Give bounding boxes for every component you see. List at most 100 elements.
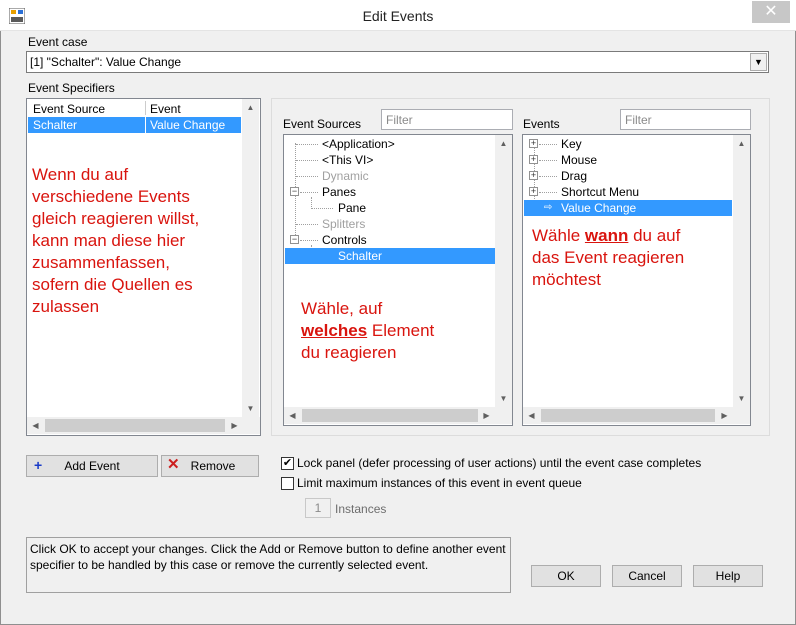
- scroll-thumb[interactable]: [45, 419, 225, 432]
- scroll-left-icon[interactable]: ◀: [523, 407, 540, 424]
- scroll-down-icon[interactable]: ▼: [495, 390, 512, 407]
- dropdown-arrow-icon[interactable]: ▼: [750, 53, 767, 71]
- annotation-line: gleich reagieren willst,: [32, 209, 200, 228]
- close-icon[interactable]: ✕: [752, 1, 790, 23]
- tree-item-value-change[interactable]: ⇨ Value Change: [524, 200, 732, 216]
- event-case-label: Event case: [28, 35, 88, 49]
- scroll-left-icon[interactable]: ◀: [284, 407, 301, 424]
- x-icon: ✕: [167, 456, 180, 473]
- event-sources-filter-input[interactable]: Filter: [381, 109, 513, 130]
- cancel-button[interactable]: Cancel: [612, 565, 682, 587]
- scroll-right-icon[interactable]: ▶: [226, 417, 243, 434]
- expand-icon[interactable]: +: [529, 139, 538, 148]
- tree-item-drag[interactable]: Drag: [561, 168, 587, 184]
- scroll-down-icon[interactable]: ▼: [733, 390, 750, 407]
- lock-panel-checkbox[interactable]: ✔: [281, 457, 294, 470]
- tree-item-schalter[interactable]: Schalter: [285, 248, 495, 264]
- tree-line: [539, 192, 557, 193]
- column-header-event[interactable]: Event: [150, 102, 181, 116]
- tree-line: [296, 144, 318, 145]
- event-case-dropdown[interactable]: [1] "Schalter": Value Change ▼: [26, 51, 769, 73]
- event-specifiers-label: Event Specifiers: [28, 81, 115, 95]
- vertical-scrollbar[interactable]: ▲ ▼: [242, 99, 259, 417]
- tree-item-shortcut-menu[interactable]: Shortcut Menu: [561, 184, 639, 200]
- limit-instances-checkbox[interactable]: [281, 477, 294, 490]
- tree-line: [296, 160, 318, 161]
- event-sources-label: Event Sources: [283, 117, 362, 131]
- tree-item-application[interactable]: <Application>: [322, 136, 395, 152]
- lock-panel-label[interactable]: Lock panel (defer processing of user act…: [297, 456, 701, 470]
- tree-line: [539, 176, 557, 177]
- tree-item-mouse[interactable]: Mouse: [561, 152, 597, 168]
- vertical-scrollbar[interactable]: ▲ ▼: [733, 135, 750, 407]
- tree-item-panes[interactable]: Panes: [322, 184, 356, 200]
- horizontal-scrollbar[interactable]: ◀ ▶: [27, 417, 260, 434]
- tree-line: [539, 144, 557, 145]
- row-source: Schalter: [33, 118, 78, 132]
- add-event-label: Add Event: [64, 459, 120, 473]
- annotation-line: welches Element: [301, 320, 434, 342]
- tree-item-pane[interactable]: Pane: [338, 200, 366, 216]
- limit-instances-label[interactable]: Limit maximum instances of this event in…: [297, 476, 582, 490]
- collapse-icon[interactable]: −: [290, 235, 299, 244]
- table-row[interactable]: Schalter Value Change: [28, 117, 241, 133]
- annotation-events: Wähle wann du auf das Event reagieren mö…: [532, 225, 684, 291]
- annotation-text: du auf: [628, 226, 681, 245]
- annotation-line: sofern die Quellen es: [32, 275, 193, 294]
- scroll-up-icon[interactable]: ▲: [495, 135, 512, 152]
- horizontal-scrollbar[interactable]: ◀ ▶: [523, 407, 750, 424]
- annotation-line: Wenn du auf: [32, 165, 129, 184]
- window-title: Edit Events: [362, 8, 434, 24]
- help-button[interactable]: Help: [693, 565, 763, 587]
- vertical-scrollbar[interactable]: ▲ ▼: [495, 135, 512, 407]
- tree-item-label: Schalter: [338, 249, 383, 263]
- collapse-icon[interactable]: −: [290, 187, 299, 196]
- scroll-up-icon[interactable]: ▲: [242, 99, 259, 116]
- ok-button[interactable]: OK: [531, 565, 601, 587]
- scroll-thumb[interactable]: [541, 409, 715, 422]
- tree-line: [296, 176, 318, 177]
- horizontal-scrollbar[interactable]: ◀ ▶: [284, 407, 512, 424]
- tree-item-controls[interactable]: Controls: [322, 232, 367, 248]
- events-tree[interactable]: + + + + Key Mouse Drag Shortcut Menu ⇨ V…: [522, 134, 751, 426]
- scroll-up-icon[interactable]: ▲: [733, 135, 750, 152]
- tree-line: [300, 192, 318, 193]
- events-label: Events: [523, 117, 560, 131]
- expand-icon[interactable]: +: [529, 155, 538, 164]
- add-event-button[interactable]: + Add Event: [26, 455, 158, 477]
- tree-line: [296, 224, 318, 225]
- scroll-right-icon[interactable]: ▶: [716, 407, 733, 424]
- event-specifiers-list[interactable]: Event Source Event Schalter Value Change…: [26, 98, 261, 436]
- annotation-line: zulassen: [32, 297, 100, 316]
- tree-item-key[interactable]: Key: [561, 136, 582, 152]
- expand-icon[interactable]: +: [529, 187, 538, 196]
- scroll-thumb[interactable]: [302, 409, 478, 422]
- event-case-value: [1] "Schalter": Value Change: [30, 55, 182, 69]
- tree-item-label: Value Change: [561, 201, 637, 215]
- tree-line: [311, 197, 312, 207]
- tree-line: [300, 240, 318, 241]
- remove-label: Remove: [190, 459, 236, 473]
- annotation-line: verschiedene Events: [32, 187, 190, 206]
- annotation-line: du reagieren: [301, 343, 397, 362]
- remove-button[interactable]: ✕ Remove: [161, 455, 259, 477]
- event-sources-tree[interactable]: − − <Application> <This VI> Dynamic Pane…: [283, 134, 513, 426]
- scroll-left-icon[interactable]: ◀: [27, 417, 44, 434]
- column-header-event-source[interactable]: Event Source: [33, 102, 105, 116]
- annotation-sources: Wähle, auf welches Element du reagieren: [301, 298, 434, 364]
- tree-line: [311, 208, 333, 209]
- annotation-text: Element: [367, 321, 435, 340]
- checkmark-icon: ✔: [282, 457, 293, 469]
- scroll-down-icon[interactable]: ▼: [242, 400, 259, 417]
- instances-input: 1: [305, 498, 331, 518]
- annotation-emphasis: wann: [584, 226, 629, 245]
- instances-label: Instances: [335, 502, 387, 516]
- events-filter-input[interactable]: Filter: [620, 109, 751, 130]
- annotation-line: Wähle, auf: [301, 299, 383, 318]
- annotation-line: Wähle wann du auf: [532, 225, 684, 247]
- expand-icon[interactable]: +: [529, 171, 538, 180]
- tree-item-this-vi[interactable]: <This VI>: [322, 152, 373, 168]
- tree-line: [539, 160, 557, 161]
- annotation-line: kann man diese hier: [32, 231, 186, 250]
- scroll-right-icon[interactable]: ▶: [478, 407, 495, 424]
